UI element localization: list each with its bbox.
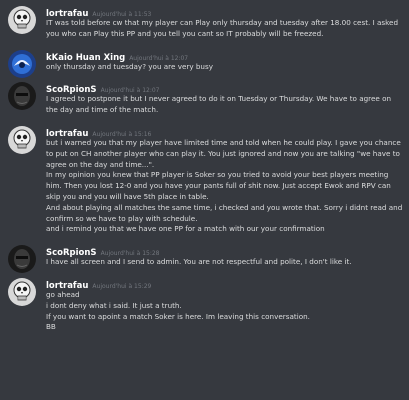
message-text: In my opinion you knew that PP player is… xyxy=(46,170,391,201)
message-group: kKaio Huan Xing Aujourd'hui à 12:07 only t… xyxy=(0,48,409,78)
message-group: ScoRpionS Aujourd'hui à 15:28 I have all s… xyxy=(0,243,409,274)
timestamp: Aujourd'hui à 15:29 xyxy=(92,282,152,290)
timestamp: Aujourd'hui à 11:53 xyxy=(92,11,152,18)
message-text: If you want to apoint a match Soker is h… xyxy=(46,311,310,321)
message-text: i dont deny what i said. It just a truth… xyxy=(46,300,182,310)
timestamp: Aujourd'hui à 15:28 xyxy=(100,250,160,258)
message-header: ScoRpionS Aujourd'hui à 15:28 xyxy=(46,243,403,258)
timestamp: Aujourd'hui à 12:07 xyxy=(100,87,160,95)
blue-emblem-avatar[interactable] xyxy=(8,49,36,78)
skull-avatar[interactable] xyxy=(8,277,36,306)
message-text: I agreed to postpone it but I never agre… xyxy=(46,94,392,115)
message-text: IT was told before cw that my player can… xyxy=(46,18,399,38)
message-text: and i remind you that we have one PP for… xyxy=(46,224,325,234)
message-text: but i warned you that my player have lim… xyxy=(46,137,401,169)
message-group: lortrafau Aujourd'hui à 15:29 go ahead i do… xyxy=(0,276,409,333)
skull-avatar[interactable] xyxy=(8,6,36,34)
message-header: lortrafau Aujourd'hui à 11:53 xyxy=(46,4,403,19)
dark-face-avatar[interactable] xyxy=(8,245,36,274)
message-text: only thursday and tuesday? you are very … xyxy=(46,61,213,71)
message-header: lortrafau Aujourd'hui à 15:29 xyxy=(46,276,403,291)
message-text: go ahead xyxy=(46,289,80,299)
dark-face-avatar[interactable] xyxy=(8,82,36,111)
message-group: ScoRpionS Aujourd'hui à 12:07 I agreed to … xyxy=(0,80,409,116)
message-text: BB xyxy=(46,322,56,332)
message-group: lortrafau Aujourd'hui à 15:16 but i warned… xyxy=(0,124,409,235)
message-text: And about playing all matches the same t… xyxy=(46,202,403,223)
message-header: lortrafau Aujourd'hui à 15:16 xyxy=(46,124,403,139)
message-header: kKaio Huan Xing Aujourd'hui à 12:07 xyxy=(46,48,403,63)
timestamp: Aujourd'hui à 12:07 xyxy=(129,54,189,62)
timestamp: Aujourd'hui à 15:16 xyxy=(92,130,152,138)
chat-messages: lortrafau Aujourd'hui à 11:53 IT was told … xyxy=(0,0,409,400)
message-text: I have all screen and I send to admin. Y… xyxy=(46,257,352,267)
message-group: lortrafau Aujourd'hui à 11:53 IT was told … xyxy=(0,4,409,40)
message-header: ScoRpionS Aujourd'hui à 12:07 xyxy=(46,80,403,95)
skull-avatar[interactable] xyxy=(8,125,36,154)
